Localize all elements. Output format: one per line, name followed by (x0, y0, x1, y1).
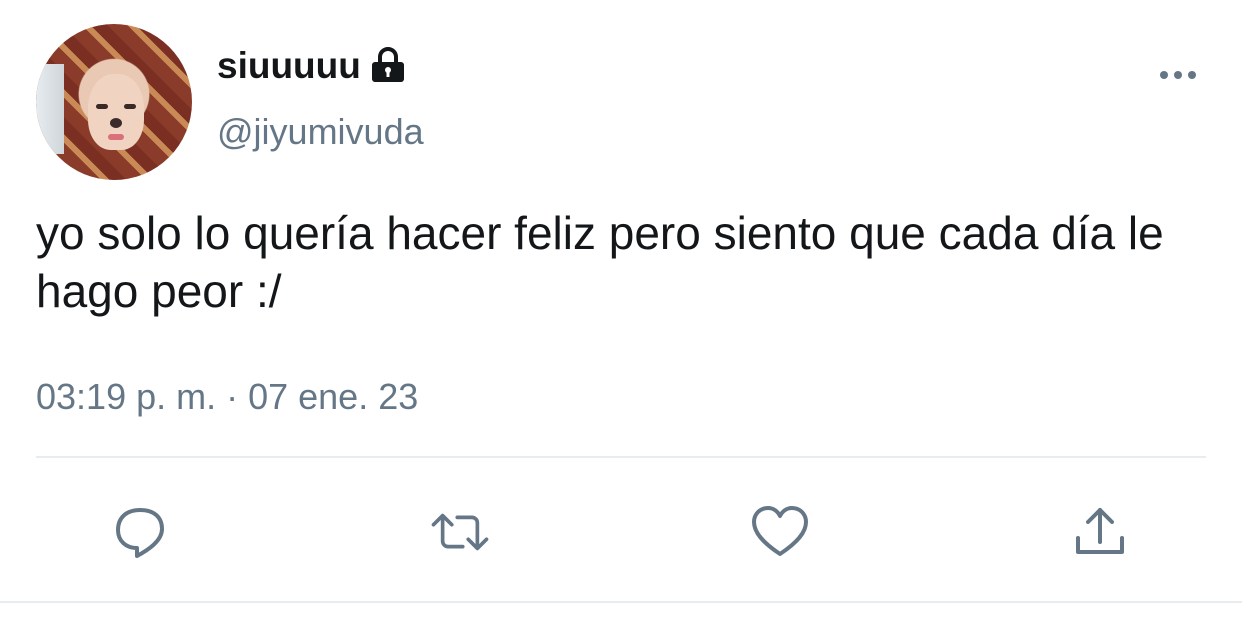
heart-icon (752, 506, 808, 556)
tweet-text: yo solo lo quería hacer feliz pero sient… (36, 207, 1164, 317)
divider (36, 456, 1206, 458)
reply-button[interactable] (108, 500, 172, 564)
avatar-background (36, 64, 64, 154)
more-icon[interactable] (1156, 60, 1200, 90)
reply-icon (116, 508, 164, 558)
lock-icon (369, 46, 407, 86)
avatar-lips (108, 134, 124, 140)
avatar[interactable] (36, 24, 192, 180)
like-button[interactable] (748, 500, 812, 564)
avatar-eye-right (124, 104, 136, 109)
share-button[interactable] (1068, 500, 1132, 564)
bottom-divider (0, 601, 1242, 603)
tweet-timestamp[interactable]: 03:19 p. m. · 07 ene. 23 (36, 372, 418, 422)
avatar-nose (110, 118, 122, 128)
avatar-eye-left (96, 104, 108, 109)
display-name[interactable]: siuuuuu (217, 40, 361, 92)
avatar-face (88, 74, 144, 150)
share-icon (1076, 508, 1124, 554)
user-handle[interactable]: @jiyumivuda (217, 108, 424, 156)
display-name-row[interactable]: siuuuuu (217, 40, 407, 92)
retweet-icon (431, 513, 489, 551)
retweet-button[interactable] (428, 500, 492, 564)
